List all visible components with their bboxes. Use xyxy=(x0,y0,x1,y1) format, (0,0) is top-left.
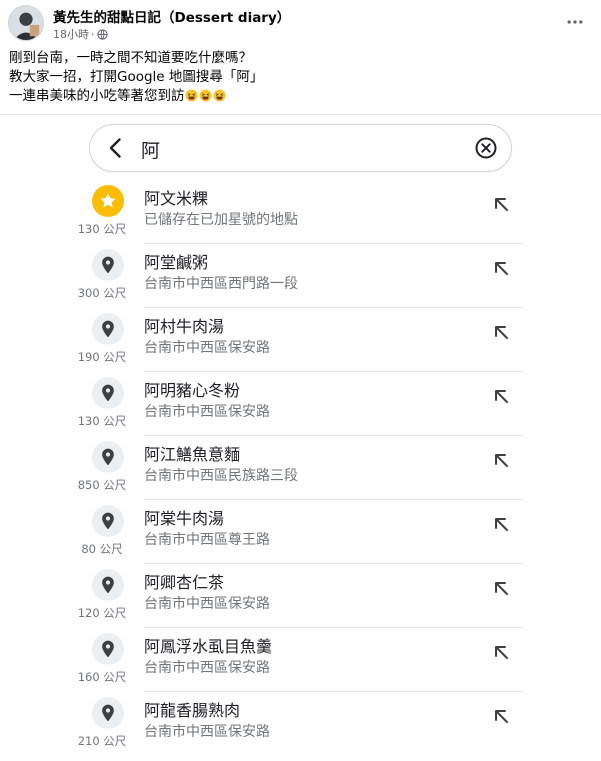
result-name: 阿卿杏仁茶 xyxy=(144,573,225,592)
fill-query-arrow-icon[interactable] xyxy=(489,192,513,216)
laughing-emoji-icon xyxy=(212,89,226,102)
result-address: 台南市中西區西門路一段 xyxy=(144,276,298,292)
result-distance: 210 公尺 xyxy=(77,734,127,748)
result-name: 阿文米粿 xyxy=(144,189,209,208)
result-address: 台南市中西區保安路 xyxy=(144,660,270,676)
location-pin-icon xyxy=(92,249,124,281)
search-result-row[interactable]: 210 公尺 阿龍香腸熟肉台南市中西區保安路 xyxy=(0,697,601,761)
result-distance: 130 公尺 xyxy=(77,414,127,428)
search-result-row[interactable]: 120 公尺 阿卿杏仁茶台南市中西區保安路 xyxy=(0,569,601,633)
laughing-emoji-icon xyxy=(184,89,198,102)
post-body: 剛到台南，一時之間不知道要吃什麼嗎？ 教大家一招，打開Google 地圖搜尋「阿… xyxy=(9,49,263,106)
arrow-back-icon[interactable] xyxy=(104,136,128,160)
fill-query-arrow-icon[interactable] xyxy=(489,256,513,280)
row-divider xyxy=(144,499,525,500)
globe-icon xyxy=(96,28,108,40)
row-divider xyxy=(144,563,525,564)
fill-query-arrow-icon[interactable] xyxy=(489,576,513,600)
author-avatar[interactable] xyxy=(8,5,44,41)
result-distance: 300 公尺 xyxy=(77,286,127,300)
result-name: 阿村牛肉湯 xyxy=(144,317,225,336)
result-distance: 190 公尺 xyxy=(77,350,127,364)
row-divider xyxy=(144,371,525,372)
post-line-text: 一連串美味的小吃等著您到訪 xyxy=(9,88,185,104)
location-pin-icon xyxy=(92,313,124,345)
row-divider xyxy=(144,435,525,436)
laughing-emoji-icon xyxy=(198,89,212,102)
result-address: 台南市中西區保安路 xyxy=(144,724,270,740)
location-pin-icon xyxy=(92,569,124,601)
star-icon xyxy=(92,185,124,217)
location-pin-icon xyxy=(92,441,124,473)
result-address: 台南市中西區保安路 xyxy=(144,340,270,356)
result-address: 已儲存在已加星號的地點 xyxy=(144,212,298,228)
author-name[interactable]: 黃先生的甜點日記（Dessert diary） xyxy=(53,6,290,26)
row-divider xyxy=(144,627,525,628)
post-header: 黃先生的甜點日記（Dessert diary） 18小時 · xyxy=(0,0,601,44)
post-image[interactable]: 阿 130 公尺 阿文米粿已儲存在已加星號的地點 300 公尺 阿堂鹹粥台南市中西區西… xyxy=(0,114,601,757)
search-result-row[interactable]: 190 公尺 阿村牛肉湯台南市中西區保安路 xyxy=(0,313,601,377)
search-result-row[interactable]: 300 公尺 阿堂鹹粥台南市中西區西門路一段 xyxy=(0,249,601,313)
fill-query-arrow-icon[interactable] xyxy=(489,640,513,664)
row-divider xyxy=(144,243,525,244)
meta-separator: · xyxy=(91,27,95,41)
result-distance: 80 公尺 xyxy=(81,542,123,556)
fill-query-arrow-icon[interactable] xyxy=(489,704,513,728)
row-divider xyxy=(144,307,525,308)
search-result-row[interactable]: 850 公尺 阿江鱔魚意麵台南市中西區民族路三段 xyxy=(0,441,601,505)
post-line: 教大家一招，打開Google 地圖搜尋「阿」 xyxy=(9,69,264,85)
result-distance: 850 公尺 xyxy=(77,478,127,492)
search-input[interactable]: 阿 xyxy=(141,136,160,163)
fill-query-arrow-icon[interactable] xyxy=(489,320,513,344)
fill-query-arrow-icon[interactable] xyxy=(489,384,513,408)
more-horizontal-icon[interactable] xyxy=(563,10,587,34)
location-pin-icon xyxy=(92,697,124,729)
maps-search-bar[interactable]: 阿 xyxy=(89,124,512,172)
clear-circle-icon[interactable] xyxy=(474,136,498,160)
search-result-row[interactable]: 80 公尺 阿棠牛肉湯台南市中西區尊王路 xyxy=(0,505,601,569)
search-result-row[interactable]: 130 公尺 阿文米粿已儲存在已加星號的地點 xyxy=(0,185,601,249)
result-address: 台南市中西區保安路 xyxy=(144,596,270,612)
search-result-row[interactable]: 130 公尺 阿明豬心冬粉台南市中西區保安路 xyxy=(0,377,601,441)
post-line: 一連串美味的小吃等著您到訪 xyxy=(9,87,263,106)
result-distance: 120 公尺 xyxy=(77,606,127,620)
post-time[interactable]: 18小時 xyxy=(53,26,89,42)
row-divider xyxy=(144,691,525,692)
post-meta: 18小時 · xyxy=(53,26,108,42)
fill-query-arrow-icon[interactable] xyxy=(489,448,513,472)
search-result-row[interactable]: 160 公尺 阿鳳浮水虱目魚羹 台南市中西區保安路 xyxy=(0,633,601,697)
result-name: 阿龍香腸熟肉 xyxy=(144,701,241,720)
result-name: 阿棠牛肉湯 xyxy=(144,509,225,528)
location-pin-icon xyxy=(92,505,124,537)
result-address: 台南市中西區保安路 xyxy=(144,404,270,420)
result-name: 阿鳳浮水虱目魚羹 xyxy=(144,637,273,656)
post-line: 剛到台南，一時之間不知道要吃什麼嗎？ xyxy=(9,50,252,66)
location-pin-icon xyxy=(92,377,124,409)
result-distance: 160 公尺 xyxy=(77,670,127,684)
fill-query-arrow-icon[interactable] xyxy=(489,512,513,536)
result-distance: 130 公尺 xyxy=(77,222,127,236)
location-pin-icon xyxy=(92,633,124,665)
result-address: 台南市中西區尊王路 xyxy=(144,532,270,548)
result-name: 阿江鱔魚意麵 xyxy=(144,445,241,464)
result-name: 阿堂鹹粥 xyxy=(144,253,209,272)
result-address: 台南市中西區民族路三段 xyxy=(144,468,298,484)
result-name: 阿明豬心冬粉 xyxy=(144,381,241,400)
